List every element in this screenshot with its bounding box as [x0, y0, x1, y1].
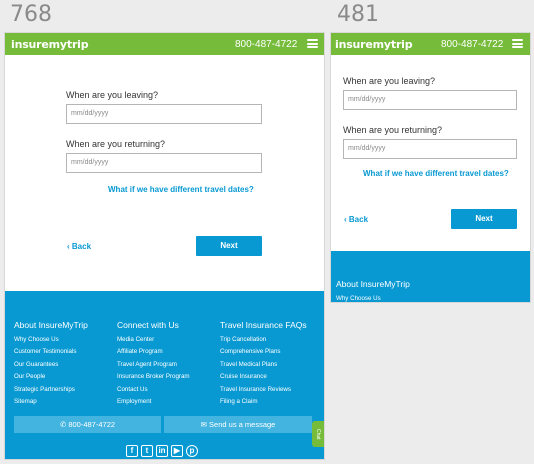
linkedin-icon[interactable]: in	[156, 445, 168, 457]
site-footer: About InsureMyTrip Why Choose Us Custome…	[5, 291, 324, 459]
footer-link[interactable]: Strategic Partnerships	[14, 386, 75, 393]
leaving-date-input[interactable]: mm/dd/yyyy	[343, 90, 517, 110]
envelope-icon: ✉	[200, 420, 207, 429]
leaving-label: When are you leaving?	[66, 90, 159, 100]
viewport-width-label-481: 481	[337, 2, 379, 27]
footer-message-button[interactable]: ✉ Send us a message	[164, 416, 312, 433]
tablet-768-frame: insuremytrip 800-487-4722 When are you l…	[5, 33, 324, 459]
footer-link[interactable]: Travel Insurance Reviews	[220, 386, 291, 393]
footer-link[interactable]: Our People	[14, 373, 45, 380]
pinterest-icon[interactable]: p	[186, 445, 198, 457]
returning-label: When are you returning?	[66, 139, 166, 149]
next-button[interactable]: Next	[451, 209, 517, 229]
footer-link[interactable]: Contact Us	[117, 386, 148, 393]
footer-link[interactable]: Affiliate Program	[117, 348, 163, 355]
footer-link[interactable]: Media Center	[117, 336, 154, 343]
returning-date-input[interactable]: mm/dd/yyyy	[343, 139, 517, 159]
leaving-label: When are you leaving?	[343, 76, 436, 86]
chevron-left-icon: ‹	[344, 215, 347, 224]
footer-link[interactable]: Insurance Broker Program	[117, 373, 190, 380]
chat-tab[interactable]: Chat	[312, 421, 324, 447]
footer-link[interactable]: Travel Agent Program	[117, 361, 177, 368]
footer-message-label: Send us a message	[209, 420, 276, 429]
footer-call-label: 800-487-4722	[68, 420, 116, 429]
site-footer: About InsureMyTrip Why Choose Us	[331, 251, 530, 302]
mobile-481-frame: insuremytrip 800-487-4722 When are you l…	[331, 33, 530, 302]
footer-link[interactable]: Sitemap	[14, 398, 37, 405]
back-button[interactable]: ‹ Back	[67, 242, 91, 251]
different-dates-link[interactable]: What if we have different travel dates?	[363, 169, 509, 178]
leaving-date-input[interactable]: mm/dd/yyyy	[66, 104, 262, 124]
footer-link[interactable]: Cruise Insurance	[220, 373, 267, 380]
footer-link[interactable]: Trip Cancellation	[220, 336, 266, 343]
back-button[interactable]: ‹ Back	[344, 215, 368, 224]
chevron-left-icon: ‹	[67, 242, 70, 251]
brand-logo[interactable]: insuremytrip	[11, 38, 89, 51]
footer-call-button[interactable]: ✆ 800-487-4722	[14, 416, 161, 433]
footer-col-connect-title: Connect with Us	[117, 320, 179, 330]
footer-col-about-title: About InsureMyTrip	[14, 320, 88, 330]
next-button[interactable]: Next	[196, 236, 262, 256]
twitter-icon[interactable]: t	[141, 445, 153, 457]
back-label: Back	[71, 242, 92, 251]
phone-icon: ✆	[59, 420, 67, 429]
footer-link[interactable]: Comprehensive Plans	[220, 348, 281, 355]
footer-link[interactable]: Travel Medical Plans	[220, 361, 277, 368]
header-phone-link[interactable]: 800-487-4722	[441, 39, 503, 50]
footer-link[interactable]: Employment	[117, 398, 151, 405]
brand-logo[interactable]: insuremytrip	[335, 38, 413, 51]
back-label: Back	[348, 215, 369, 224]
hamburger-menu-icon[interactable]	[512, 39, 523, 48]
footer-link[interactable]: Filing a Claim	[220, 398, 257, 405]
site-header: insuremytrip 800-487-4722	[5, 33, 324, 55]
viewport-width-label-768: 768	[10, 2, 52, 27]
footer-link[interactable]: Customer Testimonials	[14, 348, 76, 355]
hamburger-menu-icon[interactable]	[307, 39, 318, 48]
returning-label: When are you returning?	[343, 125, 443, 135]
footer-link[interactable]: Why Choose Us	[14, 336, 59, 343]
footer-link[interactable]: Why Choose Us	[336, 295, 381, 302]
site-header: insuremytrip 800-487-4722	[331, 33, 530, 55]
returning-date-input[interactable]: mm/dd/yyyy	[66, 153, 262, 173]
footer-col-about-title: About InsureMyTrip	[336, 279, 410, 289]
different-dates-link[interactable]: What if we have different travel dates?	[108, 185, 254, 194]
header-phone-link[interactable]: 800-487-4722	[235, 39, 297, 50]
footer-link[interactable]: Our Guarantees	[14, 361, 58, 368]
footer-col-faq-title: Travel Insurance FAQs	[220, 320, 307, 330]
youtube-icon[interactable]: ▶	[171, 445, 183, 457]
facebook-icon[interactable]: f	[126, 445, 138, 457]
